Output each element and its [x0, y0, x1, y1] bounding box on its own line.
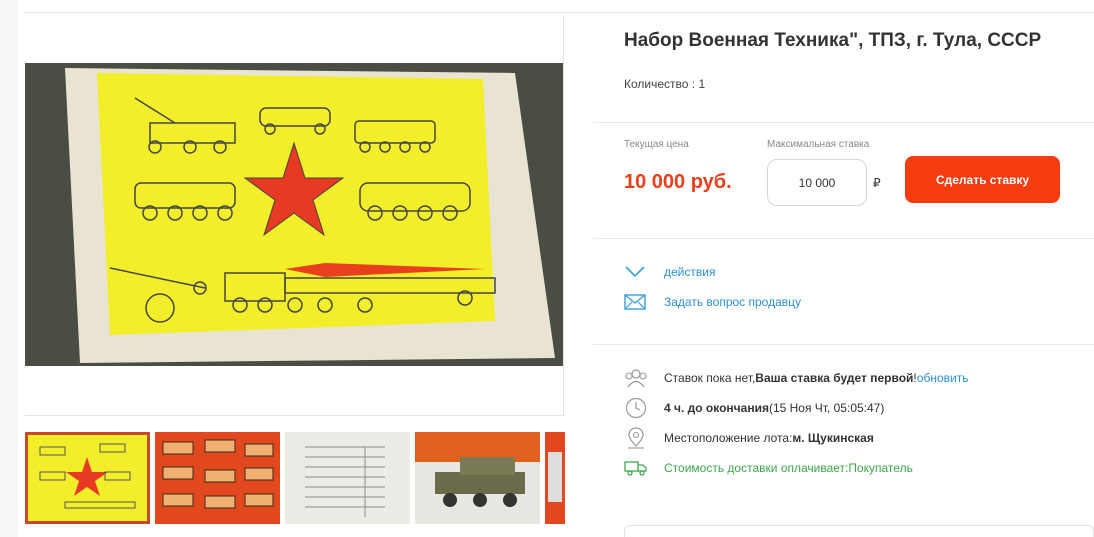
shipping-label: Стоимость доставки оплачивает: — [664, 461, 849, 475]
ask-seller-row[interactable]: Задать вопрос продавцу — [624, 293, 801, 311]
left-background-strip — [0, 0, 18, 537]
thumbnail-1-image — [25, 432, 150, 524]
divider — [593, 238, 1094, 239]
location-row: Местоположение лота: м. Щукинская — [624, 427, 874, 449]
location-label: Местоположение лота: — [664, 431, 793, 445]
lot-title: Набор Военная Техника", ТПЗ, г. Тула, СС… — [624, 30, 1042, 51]
thumbnail-1[interactable] — [25, 432, 150, 524]
refresh-link[interactable]: обновить — [917, 371, 969, 385]
bids-status-emphasis: Ваша ставка будет первой — [755, 371, 914, 385]
max-bid-input[interactable] — [767, 159, 867, 206]
divider — [593, 122, 1094, 123]
max-bid-label: Максимальная ставка — [767, 139, 870, 150]
bids-status-text: Ставок пока нет, — [664, 371, 756, 385]
chevron-down-icon — [624, 263, 646, 281]
lot-quantity: Количество : 1 — [624, 77, 706, 91]
actions-toggle[interactable]: действия — [624, 263, 715, 281]
thumbnail-strip — [25, 432, 565, 524]
box-illustration — [25, 63, 563, 366]
envelope-icon — [624, 293, 646, 311]
thumbnail-2[interactable] — [155, 432, 280, 524]
top-divider — [24, 12, 1094, 13]
clock-icon — [624, 397, 648, 419]
location-value: м. Щукинская — [792, 431, 874, 445]
ask-seller-link[interactable]: Задать вопрос продавцу — [664, 295, 801, 309]
thumbnail-4-image — [415, 432, 540, 524]
thumbnail-3-image — [285, 432, 410, 524]
thumbnail-2-image — [155, 432, 280, 524]
time-left: 4 ч. до окончания — [664, 401, 769, 415]
main-product-image[interactable] — [25, 63, 563, 366]
time-left-row: 4 ч. до окончания (15 Ноя Чт, 05:05:47) — [624, 397, 884, 419]
map-pin-icon — [624, 427, 648, 449]
end-date: (15 Ноя Чт, 05:05:47) — [768, 401, 885, 415]
thumbnail-3[interactable] — [285, 432, 410, 524]
actions-link[interactable]: действия — [664, 265, 715, 279]
users-icon — [624, 367, 648, 389]
thumbnail-5[interactable] — [545, 432, 565, 524]
current-price-label: Текущая цена — [624, 139, 689, 150]
divider — [593, 344, 1094, 345]
ruble-symbol: ₽ — [873, 176, 881, 190]
bottom-panel — [624, 525, 1094, 537]
shipping-row: Стоимость доставки оплачивает: Покупател… — [624, 457, 913, 479]
delivery-truck-icon — [624, 457, 648, 479]
bids-status-row: Ставок пока нет, Ваша ставка будет перво… — [624, 367, 968, 389]
current-price: 10 000 руб. — [624, 171, 732, 193]
place-bid-button[interactable]: Сделать ставку — [905, 156, 1060, 203]
shipping-payer: Покупатель — [848, 461, 913, 475]
thumbnail-4[interactable] — [415, 432, 540, 524]
thumbnail-5-image — [545, 432, 565, 524]
